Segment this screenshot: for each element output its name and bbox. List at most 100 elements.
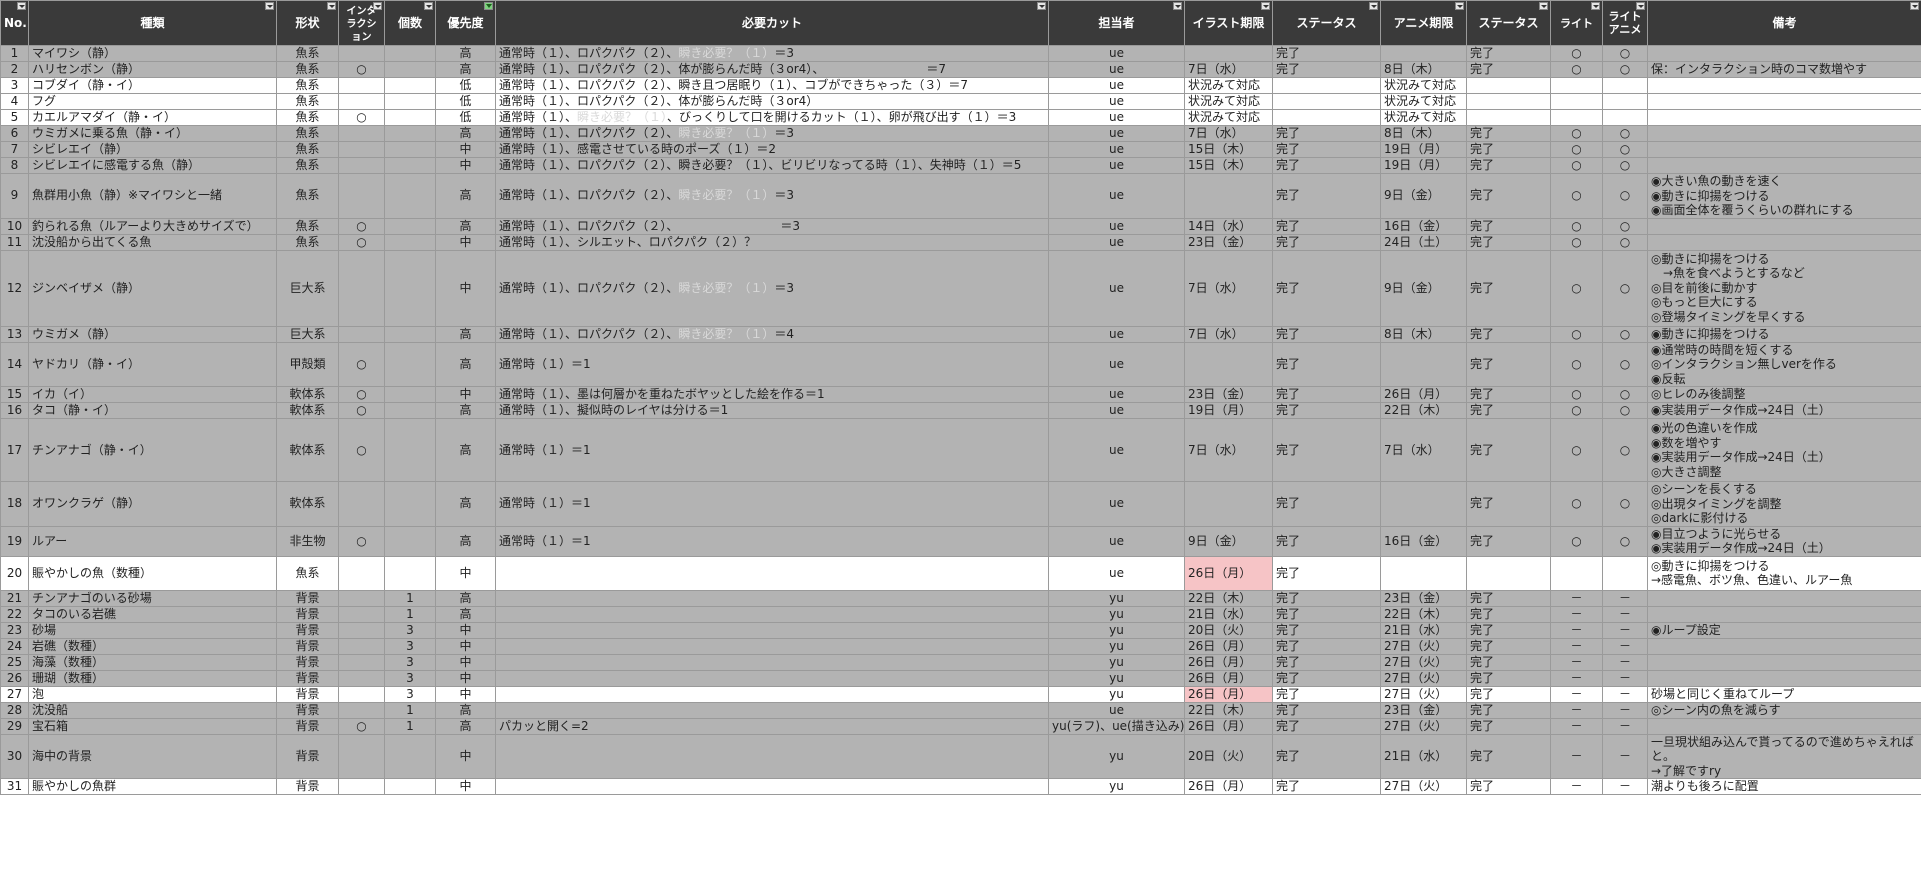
owner-cell[interactable]: ue	[1048, 173, 1185, 219]
owner-cell[interactable]: ue	[1048, 157, 1185, 174]
light-anime-cell[interactable]: ○	[1602, 525, 1648, 557]
interaction-cell[interactable]	[338, 589, 385, 607]
cuts-cell[interactable]: 通常時（１）、ロパクパク（２）、瞬き必要？（１）＝3	[495, 249, 1049, 327]
anime-deadline-cell[interactable]: 27日（火）	[1380, 653, 1467, 671]
status-cell[interactable]: 完了	[1272, 233, 1381, 251]
shape-cell[interactable]: 魚系	[276, 233, 339, 251]
priority-cell[interactable]: 高	[435, 717, 496, 735]
light-anime-cell[interactable]: －	[1602, 589, 1648, 607]
interaction-cell[interactable]	[338, 141, 385, 158]
owner-cell[interactable]: ue	[1048, 341, 1185, 387]
notes-cell[interactable]: ◉動きに抑揚をつける	[1647, 325, 1921, 343]
illust-deadline-cell[interactable]: 22日（木）	[1184, 589, 1273, 607]
illust-deadline-cell[interactable]: 26日（月）	[1184, 653, 1273, 671]
cuts-cell[interactable]	[495, 555, 1049, 591]
owner-cell[interactable]: yu	[1048, 605, 1185, 623]
row-number[interactable]: 23	[0, 621, 29, 639]
light-cell[interactable]: ○	[1550, 157, 1603, 174]
status-cell[interactable]: 完了	[1272, 341, 1381, 387]
light-cell[interactable]: ○	[1550, 45, 1603, 62]
light-cell[interactable]: ○	[1550, 141, 1603, 158]
priority-cell[interactable]: 高	[435, 341, 496, 387]
light-anime-cell[interactable]: ○	[1602, 402, 1648, 419]
type-cell[interactable]: ルアー	[28, 525, 277, 557]
light-cell[interactable]: －	[1550, 621, 1603, 639]
priority-cell[interactable]: 高	[435, 701, 496, 719]
interaction-cell[interactable]	[338, 637, 385, 655]
light-cell[interactable]: ○	[1550, 173, 1603, 219]
priority-cell[interactable]: 高	[435, 589, 496, 607]
illust-deadline-cell[interactable]	[1184, 45, 1273, 62]
priority-cell[interactable]: 中	[435, 669, 496, 687]
row-number[interactable]: 10	[0, 217, 29, 235]
illust-deadline-cell[interactable]: 状況みて対応	[1184, 77, 1273, 94]
count-cell[interactable]: 1	[384, 717, 436, 735]
interaction-cell[interactable]	[338, 605, 385, 623]
light-cell[interactable]	[1550, 93, 1603, 110]
status-cell[interactable]: 完了	[1272, 402, 1381, 419]
status-cell[interactable]: 完了	[1272, 125, 1381, 142]
illust-deadline-cell[interactable]: 22日（木）	[1184, 701, 1273, 719]
count-cell[interactable]	[384, 61, 436, 78]
filter-dropdown-icon[interactable]	[1910, 2, 1919, 10]
type-cell[interactable]: マイワシ（静）	[28, 45, 277, 62]
light-anime-cell[interactable]	[1602, 77, 1648, 94]
owner-cell[interactable]: ue	[1048, 701, 1185, 719]
cuts-cell[interactable]: 通常時（１）＝1	[495, 341, 1049, 387]
type-cell[interactable]: 海藻（数種）	[28, 653, 277, 671]
illust-deadline-cell[interactable]: 7日（水）	[1184, 61, 1273, 78]
notes-cell[interactable]: ◉ループ設定	[1647, 621, 1921, 639]
notes-cell[interactable]: 一旦現状組み込んで貰ってるので進めちゃえればと。 →了解ですry	[1647, 733, 1921, 779]
shape-cell[interactable]: 巨大系	[276, 325, 339, 343]
status-cell[interactable]: 完了	[1272, 778, 1381, 795]
status-cell[interactable]: 完了	[1272, 685, 1381, 703]
anime-deadline-cell[interactable]: 9日（金）	[1380, 249, 1467, 327]
cuts-cell[interactable]: 通常時（１）、墨は何層かを重ねたボヤッとした絵を作る＝1	[495, 386, 1049, 403]
illust-deadline-cell[interactable]: 26日（月）	[1184, 555, 1273, 591]
owner-cell[interactable]: ue	[1048, 233, 1185, 251]
status-cell[interactable]	[1272, 109, 1381, 126]
filter-dropdown-icon[interactable]	[424, 2, 433, 10]
filter-dropdown-icon[interactable]	[1636, 2, 1645, 10]
light-cell[interactable]: ○	[1550, 481, 1603, 527]
filter-dropdown-icon[interactable]	[1539, 2, 1548, 10]
light-anime-cell[interactable]: ○	[1602, 418, 1648, 482]
cuts-cell[interactable]: 通常時（１）、感電させている時のポーズ（１）＝2	[495, 141, 1049, 158]
cuts-cell[interactable]	[495, 621, 1049, 639]
light-cell[interactable]: ○	[1550, 418, 1603, 482]
owner-cell[interactable]: ue	[1048, 555, 1185, 591]
shape-cell[interactable]: 軟体系	[276, 418, 339, 482]
anime-deadline-cell[interactable]: 27日（火）	[1380, 669, 1467, 687]
cuts-cell[interactable]	[495, 589, 1049, 607]
notes-cell[interactable]	[1647, 589, 1921, 607]
count-cell[interactable]: 1	[384, 701, 436, 719]
notes-cell[interactable]	[1647, 653, 1921, 671]
light-cell[interactable]: ○	[1550, 402, 1603, 419]
type-cell[interactable]: イカ（イ）	[28, 386, 277, 403]
anime-deadline-cell[interactable]: 27日（火）	[1380, 778, 1467, 795]
light-anime-cell[interactable]: －	[1602, 653, 1648, 671]
light-cell[interactable]: －	[1550, 605, 1603, 623]
cuts-cell[interactable]	[495, 733, 1049, 779]
notes-cell[interactable]	[1647, 77, 1921, 94]
priority-cell[interactable]: 中	[435, 141, 496, 158]
row-number[interactable]: 17	[0, 418, 29, 482]
illust-deadline-cell[interactable]: 20日（火）	[1184, 733, 1273, 779]
type-cell[interactable]: タコ（静・イ）	[28, 402, 277, 419]
type-cell[interactable]: 賑やかしの魚群	[28, 778, 277, 795]
count-cell[interactable]	[384, 778, 436, 795]
priority-cell[interactable]: 中	[435, 778, 496, 795]
priority-cell[interactable]: 高	[435, 525, 496, 557]
row-number[interactable]: 26	[0, 669, 29, 687]
owner-cell[interactable]: ue	[1048, 386, 1185, 403]
light-cell[interactable]: －	[1550, 717, 1603, 735]
light-cell[interactable]: ○	[1550, 217, 1603, 235]
cuts-cell[interactable]: パカッと開く=2	[495, 717, 1049, 735]
owner-cell[interactable]: yu	[1048, 685, 1185, 703]
status-cell-2[interactable]: 完了	[1466, 249, 1551, 327]
status-cell[interactable]: 完了	[1272, 717, 1381, 735]
status-cell-2[interactable]: 完了	[1466, 157, 1551, 174]
owner-cell[interactable]: ue	[1048, 325, 1185, 343]
row-number[interactable]: 20	[0, 555, 29, 591]
count-cell[interactable]	[384, 249, 436, 327]
